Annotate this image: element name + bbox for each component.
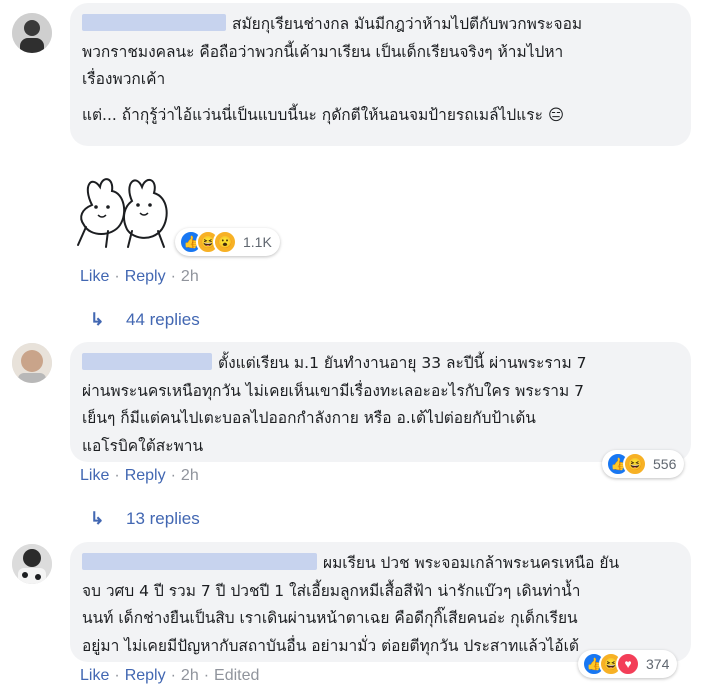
comment-text-line: แอโรบิคใต้สะพาน xyxy=(82,436,204,455)
comment-text-line: เย็นๆ ก็มีแต่คนไปเตะบอลไปออกกำลังกาย หรื… xyxy=(82,409,536,427)
love-reaction-icon: ♥ xyxy=(616,652,640,676)
comment-text-line: พวกราชมงคลนะ คือถือว่าพวกนี้เค้ามาเรียน … xyxy=(82,42,564,61)
comment-bubble: ตั้งแต่เรียน ม.1 ยันทำงานอายุ 33 ละปีนี้… xyxy=(70,342,691,462)
replies-count: 13 replies xyxy=(126,509,200,528)
commenter-name[interactable] xyxy=(82,353,212,370)
like-link[interactable]: Like xyxy=(80,667,109,684)
comment-text-line: นนท์ เด็กช่างยืนเป็นสิบ เราเดินผ่านหน้าต… xyxy=(82,609,578,627)
reply-link[interactable]: Reply xyxy=(125,268,166,285)
timestamp[interactable]: 2h xyxy=(181,268,199,285)
avatar-image xyxy=(12,343,52,383)
comment-text-line: ตั้งแต่เรียน ม.1 ยันทำงานอายุ 33 ละปีนี้… xyxy=(218,354,587,372)
comment-text-line: จบ วศบ 4 ปี รวม 7 ปี ปวชปี 1 ใส่เอี้ยมลู… xyxy=(82,581,581,600)
timestamp[interactable]: 2h xyxy=(181,467,199,484)
wow-reaction-icon: 😮 xyxy=(213,230,237,254)
comment-text-line: ผ่านพระนครเหนือทุกวัน ไม่เคยเห็นเขามีเรื… xyxy=(82,381,585,400)
reaction-count: 556 xyxy=(653,456,677,472)
avatar[interactable] xyxy=(12,13,52,53)
reply-link[interactable]: Reply xyxy=(125,467,166,484)
comment-text-line: ผมเรียน ปวช พระจอมเกล้าพระนครเหนือ ยัน xyxy=(323,554,620,572)
comment-text-line: สมัยกุเรียนช่างกล มันมีกฎว่าห้ามไปตีกับพ… xyxy=(232,15,583,33)
reply-link[interactable]: Reply xyxy=(125,667,166,684)
comment-actions: Like · Reply · 2h · Edited xyxy=(80,667,260,684)
replies-count: 44 replies xyxy=(126,310,200,329)
expressionless-emoji: 😑 xyxy=(547,105,565,124)
haha-reaction-icon: 😆 xyxy=(623,452,647,476)
avatar[interactable] xyxy=(12,343,52,383)
avatar-image xyxy=(12,13,52,53)
like-link[interactable]: Like xyxy=(80,467,109,484)
reply-arrow-icon: ↳ xyxy=(90,509,105,528)
reaction-summary[interactable]: 👍 😆 556 xyxy=(602,450,685,478)
sticker xyxy=(72,165,182,254)
edited-label[interactable]: Edited xyxy=(214,667,259,684)
view-replies-link[interactable]: ↳ 13 replies xyxy=(90,509,200,529)
like-link[interactable]: Like xyxy=(80,268,109,285)
avatar[interactable] xyxy=(12,544,52,584)
reaction-summary[interactable]: 👍 😆 ♥ 374 xyxy=(578,650,678,678)
timestamp[interactable]: 2h xyxy=(181,667,199,684)
commenter-name[interactable] xyxy=(82,553,317,570)
comment-bubble: ผมเรียน ปวช พระจอมเกล้าพระนครเหนือ ยัน จ… xyxy=(70,542,691,662)
comment-actions: Like · Reply · 2h xyxy=(80,268,199,285)
comment-text-line: เรื่องพวกเค้า xyxy=(82,70,166,88)
commenter-name[interactable] xyxy=(82,14,226,31)
reaction-count: 374 xyxy=(646,656,670,672)
comment-text-line: แต่... ถ้ากุรู้ว่าไอ้แว่นนี่เป็นแบบนี้นะ… xyxy=(82,105,543,124)
comment-bubble: สมัยกุเรียนช่างกล มันมีกฎว่าห้ามไปตีกับพ… xyxy=(70,3,691,146)
reaction-summary[interactable]: 👍 😆 😮 1.1K xyxy=(175,228,280,256)
reaction-count: 1.1K xyxy=(243,234,272,250)
view-replies-link[interactable]: ↳ 44 replies xyxy=(90,310,200,330)
reply-arrow-icon: ↳ xyxy=(90,310,105,329)
avatar-image xyxy=(12,544,52,584)
comment-actions: Like · Reply · 2h xyxy=(80,467,199,484)
